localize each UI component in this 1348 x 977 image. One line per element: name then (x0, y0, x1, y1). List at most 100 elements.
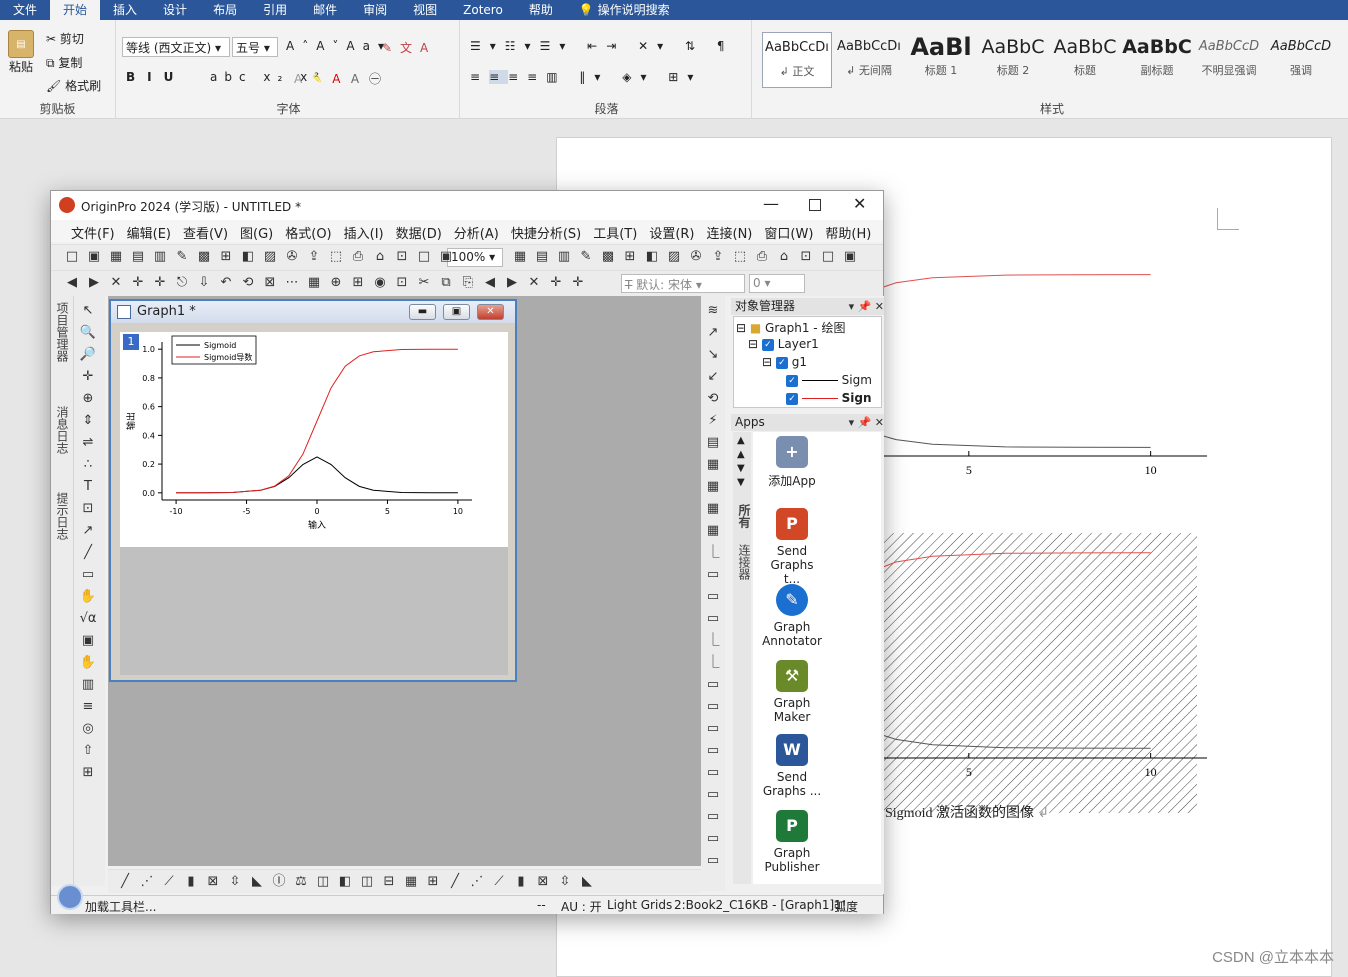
tab-insert[interactable]: 插入 (100, 0, 150, 20)
panel-controls-icon[interactable]: ▾ 📌 ✕ (849, 298, 884, 315)
tab-file[interactable]: 文件 (0, 0, 50, 20)
tool-icon[interactable]: ▭ (704, 610, 722, 628)
toolbar-button-icon[interactable]: ⬚ (327, 248, 345, 266)
tab-layout[interactable]: 布局 (200, 0, 250, 20)
toolbar-button-icon[interactable]: ▮ (512, 873, 530, 891)
app-send-ppt[interactable]: P Send Graphs t... (761, 508, 823, 586)
tool-icon[interactable]: ▭ (704, 676, 722, 694)
tool-icon[interactable]: ▭ (704, 852, 722, 870)
tree-plot-sigmoid[interactable]: ✓ Sigm (786, 373, 872, 387)
tool-icon[interactable]: ✋ (79, 654, 97, 672)
tool-icon[interactable]: ▭ (704, 830, 722, 848)
format-painter-button[interactable]: 🖌 格式刷 (46, 77, 101, 94)
style-title[interactable]: AaBbC 标题 (1050, 32, 1120, 88)
toolbar-button-icon[interactable]: ✕ (107, 274, 125, 292)
panel-controls-icon[interactable]: ▾ 📌 ✕ (849, 414, 884, 431)
tool-icon[interactable]: 🔍 (79, 324, 97, 342)
tool-icon[interactable]: ▤ (704, 434, 722, 452)
toolbar-button-icon[interactable]: ▩ (195, 248, 213, 266)
toolbar-button-icon[interactable]: ⟲ (239, 274, 257, 292)
toolbar-button-icon[interactable]: ▤ (129, 248, 147, 266)
tab-hint-log[interactable]: 提示日志 (53, 492, 71, 540)
app-add[interactable]: + 添加App (761, 436, 823, 489)
search-icon[interactable] (57, 884, 83, 910)
toolbar-button-icon[interactable]: ⊞ (349, 274, 367, 292)
tool-icon[interactable]: ⟲ (704, 390, 722, 408)
toolbar-button-icon[interactable]: ⊟ (380, 873, 398, 891)
toolbar-button-icon[interactable]: ⎋ (173, 274, 191, 292)
tree-plot-derivative[interactable]: ✓ Sign (786, 391, 872, 405)
toolbar-button-icon[interactable]: ⋯ (283, 274, 301, 292)
toolbar-button-icon[interactable]: ▶ (503, 274, 521, 292)
app-graph-maker[interactable]: ⚒ Graph Maker (761, 660, 823, 724)
toolbar-button-icon[interactable]: ⊞ (621, 248, 639, 266)
paste-button[interactable]: ▤ 粘贴 (6, 30, 36, 75)
tool-icon[interactable]: ⚡ (704, 412, 722, 430)
tool-icon[interactable]: ▭ (704, 808, 722, 826)
toolbar-button-icon[interactable]: ▤ (533, 248, 551, 266)
menu-format[interactable]: 格式(O) (279, 220, 337, 242)
font-adjust-buttons[interactable]: A˄A˅Aa▾ (286, 39, 392, 53)
font-size-input[interactable]: 0 ▾ (749, 274, 805, 293)
zoom-combo[interactable]: 100% ▾ (447, 248, 503, 267)
app-send-word[interactable]: W Send Graphs ... (761, 734, 823, 798)
toolbar-button-icon[interactable]: ▮ (182, 873, 200, 891)
toolbar-button-icon[interactable]: ▣ (841, 248, 859, 266)
checkbox-icon[interactable]: ✓ (761, 338, 774, 351)
checkbox-icon[interactable]: ✓ (775, 356, 788, 369)
menu-help[interactable]: 帮助(H) (819, 220, 877, 242)
graph-minimize-button[interactable]: ▬ (409, 304, 436, 320)
toolbar-button-icon[interactable]: ⊞ (424, 873, 442, 891)
toolbar-button-icon[interactable]: ▦ (305, 274, 323, 292)
toolbar-button-icon[interactable]: ▦ (511, 248, 529, 266)
tree-layer1[interactable]: ⊟ ✓ Layer1 (748, 337, 819, 351)
toolbar-button-icon[interactable]: ✛ (569, 274, 587, 292)
graph-restore-button[interactable]: ▣ (443, 304, 470, 320)
app-graph-annotator[interactable]: ✎ Graph Annotator (761, 584, 823, 648)
menu-analysis[interactable]: 分析(A) (448, 220, 505, 242)
font-style-buttons[interactable]: BIU (126, 70, 185, 84)
tool-icon[interactable]: √α (79, 610, 97, 628)
toolbar-button-icon[interactable]: ✇ (283, 248, 301, 266)
toolbar-button-icon[interactable]: ⇳ (226, 873, 244, 891)
tool-icon[interactable]: ▭ (704, 720, 722, 738)
tool-icon[interactable]: ▣ (79, 632, 97, 650)
list-buttons[interactable]: ☰▾☷▾☰▾ ⇤⇥ ✕▾ ⇅ ¶ (470, 39, 733, 53)
align-buttons[interactable]: ≡≡≡≡▥ ‖▾ ◈▾ ⊞▾ (470, 70, 702, 84)
tool-icon[interactable]: ∴ (79, 456, 97, 474)
toolbar-button-icon[interactable]: ⋰ (138, 873, 156, 891)
toolbar-button-icon[interactable]: ⎙ (753, 248, 771, 266)
toolbar-button-icon[interactable]: ⇩ (195, 274, 213, 292)
layer-indicator[interactable]: 1 (123, 334, 139, 350)
toolbar-button-icon[interactable]: ▥ (151, 248, 169, 266)
toolbar-button-icon[interactable]: ╱ (446, 873, 464, 891)
tool-icon[interactable]: 🔎 (79, 346, 97, 364)
cut-button[interactable]: ✂ 剪切 (46, 30, 84, 47)
checkbox-icon[interactable]: ✓ (786, 374, 798, 387)
toolbar-button-icon[interactable]: ▨ (261, 248, 279, 266)
tell-me-search[interactable]: 💡 操作说明搜索 (566, 0, 683, 20)
tool-icon[interactable]: ▦ (704, 478, 722, 496)
toolbar-button-icon[interactable]: ⎘ (459, 274, 477, 292)
checkbox-icon[interactable]: ✓ (786, 392, 798, 405)
tool-icon[interactable]: ▭ (704, 764, 722, 782)
toolbar-button-icon[interactable]: ⚖ (292, 873, 310, 891)
tool-icon[interactable]: ▥ (79, 676, 97, 694)
tool-icon[interactable]: ⎿ (704, 654, 722, 672)
tool-icon[interactable]: ↘ (704, 346, 722, 364)
toolbar-button-icon[interactable]: ◀ (481, 274, 499, 292)
toolbar-button-icon[interactable]: ▩ (599, 248, 617, 266)
tool-icon[interactable]: ▭ (79, 566, 97, 584)
toolbar-button-icon[interactable]: □ (415, 248, 433, 266)
menu-preferences[interactable]: 设置(R) (643, 220, 700, 242)
toolbar-button-icon[interactable]: ⌂ (775, 248, 793, 266)
toolbar-button-icon[interactable]: ⋰ (468, 873, 486, 891)
toolbar-button-icon[interactable]: ⇪ (305, 248, 323, 266)
copy-button[interactable]: ⧉ 复制 (46, 54, 82, 71)
toolbar-button-icon[interactable]: ◀ (63, 274, 81, 292)
toolbar-button-icon[interactable]: ◉ (371, 274, 389, 292)
toolbar-button-icon[interactable]: ⟋ (160, 873, 178, 891)
graph-window[interactable]: Graph1 * ▬ ▣ ✕ 1 0.0 0.2 0.4 0.6 0.8 1.0 -10 -5… (109, 299, 517, 682)
toolbar-button-icon[interactable]: ⊕ (327, 274, 345, 292)
toolbar-button-icon[interactable]: ◣ (578, 873, 596, 891)
